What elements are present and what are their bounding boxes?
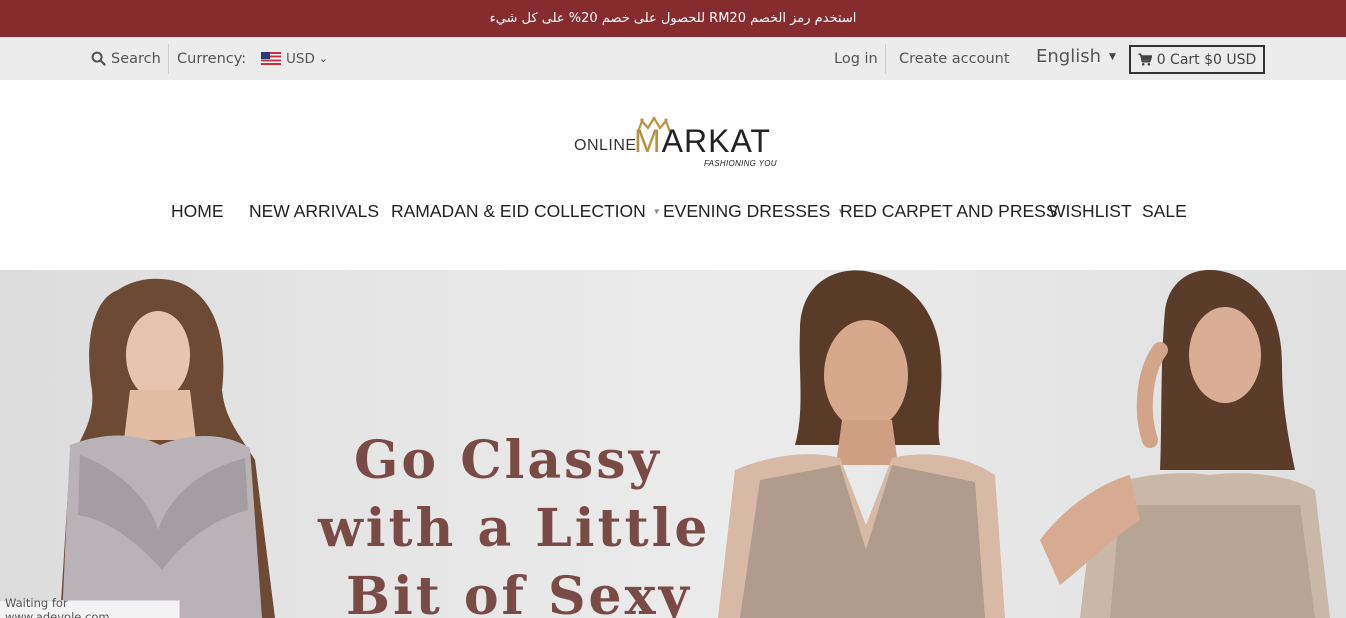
status-text: Waiting for www.adevole.com... [5,595,121,618]
browser-status-bar: Waiting for www.adevole.com... [0,596,180,618]
nav-sale[interactable]: SALE [1142,198,1187,224]
site-header: ONLINE MARKAT FASHIONING YOU HOME NEW AR… [0,80,1346,270]
hero-headline-line1: Go Classy [354,430,662,491]
currency-selector[interactable]: USD ⌄ [261,37,328,80]
chevron-down-icon: ⌄ [318,52,329,65]
currency-label: Currency: [177,50,247,67]
announcement-text: استخدم رمز الخصم RM20 للحصول على خصم 20%… [489,11,857,26]
nav-evening-dresses[interactable]: EVENING DRESSES ▼ [663,198,845,224]
logo-wordmark: MARKAT [634,123,771,160]
currency-value: USD [286,50,315,67]
language-value: English [1036,46,1101,67]
model-right-figure [1040,270,1330,618]
model-left-figure [60,278,275,618]
hero-banner[interactable]: Go Classy with a Little Bit of Sexy [0,270,1346,618]
announcement-bar: استخدم رمز الخصم RM20 للحصول على خصم 20%… [0,0,1346,37]
language-selector[interactable]: English ▼ [1036,35,1116,78]
utility-bar: Search Currency: USD ⌄ Log in Create acc… [0,37,1346,80]
nav-wishlist[interactable]: WISHLIST [1049,198,1132,224]
nav-ramadan-eid[interactable]: RAMADAN & EID COLLECTION ▼ [391,198,661,224]
search-label: Search [111,50,161,67]
hero-headline-line2: with a Little [318,498,711,559]
nav-home[interactable]: HOME [171,198,224,224]
model-middle-figure [718,270,1005,618]
search-icon [91,51,106,66]
cart-button[interactable]: 0 Cart $0 USD [1129,45,1265,74]
login-link[interactable]: Log in [834,37,878,80]
us-flag-icon [261,52,281,65]
divider [168,44,169,74]
nav-red-carpet[interactable]: RED CARPET AND PRESS [840,198,1058,224]
cart-label: 0 Cart $0 USD [1156,51,1257,68]
nav-ramadan-label: RAMADAN & EID COLLECTION [391,200,646,221]
divider [885,44,886,74]
nav-evening-label: EVENING DRESSES [663,200,831,221]
dropdown-caret-icon: ▼ [652,206,661,216]
search-link[interactable]: Search [91,37,161,80]
logo-prefix: ONLINE [574,137,637,154]
caret-down-icon: ▼ [1109,51,1116,62]
hero-headline-line3: Bit of Sexy [346,566,692,618]
cart-icon [1138,53,1152,66]
logo-wordmark-rest: ARKAT [661,123,771,159]
site-logo[interactable]: ONLINE MARKAT FASHIONING YOU [574,117,784,175]
logo-tagline: FASHIONING YOU [704,159,777,168]
nav-new-arrivals[interactable]: NEW ARRIVALS [249,198,379,224]
create-account-link[interactable]: Create account [899,37,1010,80]
logo-wordmark-m: M [634,123,662,159]
